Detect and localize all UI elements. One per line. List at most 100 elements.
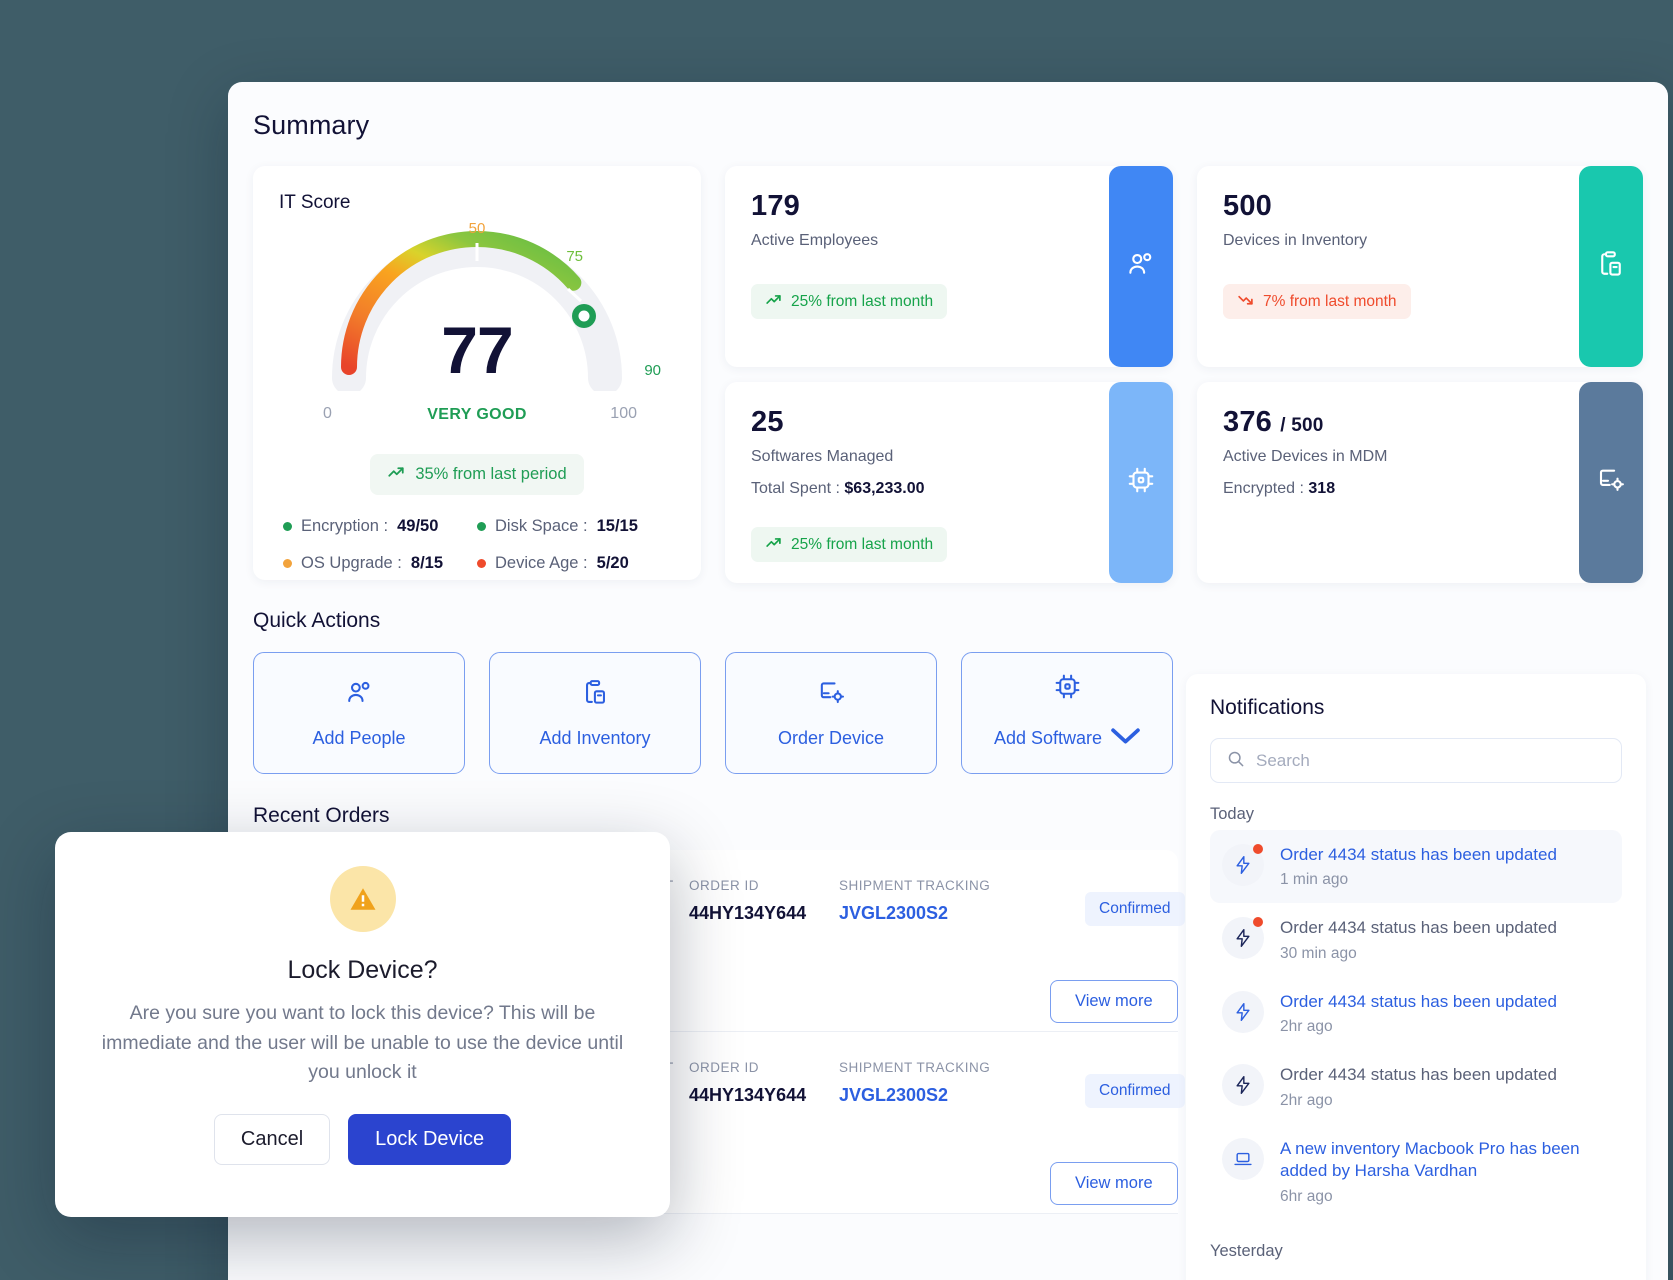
status-dot-icon [477,522,486,531]
bolt-icon [1222,844,1264,886]
notifications-panel: Notifications Today Order 4434 status ha… [1186,674,1646,1280]
trend-up-icon [765,534,782,555]
order-device-button[interactable]: Order Device [725,652,937,774]
list-item[interactable]: Order 4434 status has been updated 30 mi… [1210,903,1622,976]
add-people-button[interactable]: Add People [253,652,465,774]
lock-device-button[interactable]: Lock Device [348,1113,512,1165]
add-software-button[interactable]: Add Software [961,652,1173,774]
notification-time: 30 min ago [1280,944,1357,962]
devices-inventory-trend: 7% from last month [1223,284,1411,319]
dialog-title: Lock Device? [287,956,438,984]
chip-icon [1126,465,1156,500]
gauge-min-label: 0 [323,405,332,422]
shipment-column: SHIPMENT TRACKING JVGL2300S2 [839,878,990,924]
softwares-managed-card: 25 Softwares Managed Total Spent : $63,2… [725,382,1173,583]
laptop-icon [1222,1137,1264,1180]
notification-body: Order 4434 status has been updated 30 mi… [1280,917,1557,962]
gauge-max-label: 100 [610,405,637,422]
shipment-header: SHIPMENT TRACKING [839,878,991,893]
status-dot-icon [283,522,292,531]
metric-value: 15/15 [596,517,638,535]
it-score-trend-pill: 35% from last period [370,454,584,495]
add-people-label: Add People [312,727,406,748]
trend-down-icon [1237,291,1254,312]
it-score-card: IT Score 50 75 90 77 VERY GOOD 0 100 35%… [253,166,701,580]
metric-label: OS Upgrade : [301,554,402,572]
total-spent-value: $63,233.00 [844,480,925,497]
order-id-header: ORDER ID [689,1060,760,1075]
device-settings-icon [817,678,846,712]
order-id-column: ORDER ID 44HY134Y644 [689,878,806,924]
notification-body: Order 4434 status has been updated 2hr a… [1280,1064,1557,1109]
trend-up-icon [387,463,405,486]
bolt-icon [1222,990,1264,1033]
gauge-tick-75: 75 [566,248,583,265]
active-employees-accent [1109,166,1173,367]
it-score-metrics: Encryption : 49/50 Disk Space : 15/15 OS… [279,517,675,573]
list-item[interactable]: Order 4434 status has been updated 2hr a… [1210,977,1622,1050]
order-id-column: ORDER ID 44HY134Y644 [689,1060,806,1106]
total-spent-label: Total Spent : [751,480,840,497]
notifications-title: Notifications [1210,696,1325,719]
trend-text: 7% from last month [1263,292,1397,310]
order-id-header: ORDER ID [689,878,760,893]
metric-label: Device Age : [495,554,588,572]
devices-inventory-accent [1579,166,1643,367]
people-icon [345,678,374,712]
add-software-label: Add Software [994,722,1140,754]
warning-icon [329,866,396,932]
chevron-down-icon[interactable] [1111,722,1140,754]
notification-time: 2hr ago [1280,1091,1333,1109]
notification-time: 6hr ago [1280,1187,1333,1205]
search-icon [1226,749,1245,773]
recent-orders-title: Recent Orders [253,804,390,827]
quick-actions-row: Add People Add Inventory Order Device Ad… [253,652,1173,774]
notification-text: Order 4434 status has been updated [1280,845,1557,864]
it-score-title: IT Score [279,192,351,213]
notification-text: Order 4434 status has been updated [1280,991,1557,1011]
gauge-tick-50: 50 [468,220,486,237]
page-title: Summary [253,110,370,140]
notifications-search[interactable] [1210,738,1622,783]
view-more-button[interactable]: View more [1050,980,1178,1023]
status-badge: Confirmed [1085,892,1185,926]
mdm-total: / 500 [1280,415,1324,436]
metric-value: 49/50 [397,517,439,535]
softwares-managed-accent [1109,382,1173,583]
metric-label: Encryption : [301,517,389,535]
add-inventory-label: Add Inventory [539,727,651,748]
notification-time: 1 min ago [1280,871,1349,889]
device-settings-icon [1596,465,1626,500]
active-employees-card: 179 Active Employees 25% from last month [725,166,1173,367]
order-device-label: Order Device [777,727,885,748]
list-item[interactable]: Order 4434 status has been updated 1 min… [1210,830,1622,904]
search-input[interactable] [1256,750,1606,771]
notification-text: Order 4434 status has been updated [1280,918,1557,938]
status-dot-icon [477,559,486,568]
cancel-button[interactable]: Cancel [213,1113,331,1165]
shipment-column: SHIPMENT TRACKING JVGL2300S2 [839,1060,990,1106]
metric-device-age: Device Age : 5/20 [477,554,671,573]
encrypted-value: 318 [1308,480,1336,497]
notification-body: Order 4434 status has been updated 2hr a… [1280,991,1557,1036]
it-score-column: IT Score 50 75 90 77 VERY GOOD 0 100 35%… [253,166,701,580]
notification-body: Order 4434 status has been updated 1 min… [1280,844,1557,889]
mdm-count: 376 [1223,406,1272,438]
metric-value: 5/20 [596,554,629,572]
list-item[interactable]: A new inventory Macbook Pro has been add… [1210,1124,1622,1220]
list-item[interactable]: Order 4434 status has been updated 2hr a… [1210,1050,1622,1123]
unread-dot-icon [1253,844,1263,854]
trend-text: 25% from last month [791,535,934,553]
clipboard-device-icon [1596,249,1626,284]
add-inventory-button[interactable]: Add Inventory [489,652,701,774]
dialog-actions: Cancel Lock Device [95,1113,630,1165]
notification-text: Order 4434 status has been updated [1280,1065,1557,1085]
metric-disk-space: Disk Space : 15/15 [477,517,671,536]
notifications-group-today: Today [1210,805,1255,823]
shipment-tracking-link[interactable]: JVGL2300S2 [839,903,990,924]
view-more-button[interactable]: View more [1050,1162,1178,1205]
active-devices-mdm-card: 376 / 500 Active Devices in MDM Encrypte… [1197,382,1643,583]
people-icon [1126,249,1156,284]
shipment-tracking-link[interactable]: JVGL2300S2 [839,1085,990,1106]
it-score-value: 77 [441,313,513,387]
